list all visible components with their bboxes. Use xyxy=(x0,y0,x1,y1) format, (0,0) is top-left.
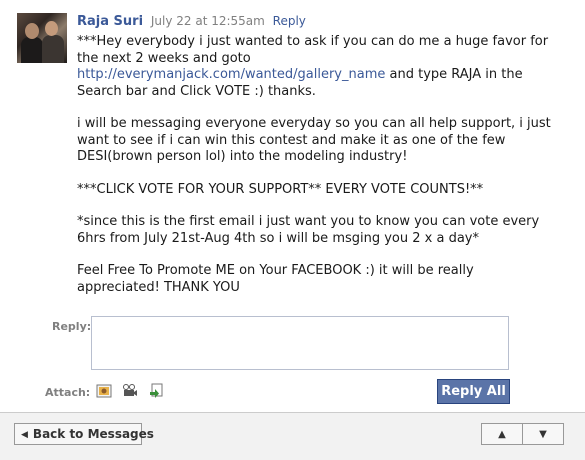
reply-label: Reply: xyxy=(52,320,92,333)
link-icon[interactable] xyxy=(148,383,164,399)
message-paragraph: *since this is the first email i just wa… xyxy=(77,214,540,246)
back-arrow-icon: ◀ xyxy=(21,430,28,440)
up-arrow-icon: ▲ xyxy=(498,428,506,440)
message-date: July 22 at 12:55am xyxy=(150,14,265,28)
reply-textarea[interactable] xyxy=(91,316,509,370)
message-paragraph: ***Hey everybody i just wanted to ask if… xyxy=(77,34,557,100)
footer-bar: ◀ Back to Messages ▲ ▼ xyxy=(0,412,585,460)
gallery-link[interactable]: http://everymanjack.com/wanted/gallery_n… xyxy=(77,67,385,82)
author-name[interactable]: Raja Suri xyxy=(77,14,143,29)
message-nav: ▲ ▼ xyxy=(481,423,564,445)
reply-all-button[interactable]: Reply All xyxy=(437,379,510,404)
attach-label: Attach: xyxy=(45,386,91,399)
attach-icons xyxy=(96,383,164,399)
back-to-messages-button[interactable]: ◀ Back to Messages xyxy=(14,423,154,445)
back-label: Back to Messages xyxy=(32,427,154,441)
previous-message-button[interactable]: ▲ xyxy=(481,423,523,445)
paragraph-text: ***Hey everybody i just wanted to ask if… xyxy=(77,34,549,66)
message-body: ***Hey everybody i just wanted to ask if… xyxy=(77,34,557,312)
message-paragraph: ***CLICK VOTE FOR YOUR SUPPORT** EVERY V… xyxy=(77,181,484,197)
message-paragraph: Feel Free To Promote ME on Your FACEBOOK… xyxy=(77,263,474,295)
reply-link[interactable]: Reply xyxy=(273,14,306,28)
message-header: Raja Suri July 22 at 12:55am Reply xyxy=(77,13,306,30)
next-message-button[interactable]: ▼ xyxy=(523,423,564,445)
message-paragraph: i will be messaging everyone everyday so… xyxy=(77,116,551,164)
down-arrow-icon: ▼ xyxy=(539,428,547,440)
author-avatar[interactable] xyxy=(17,13,67,63)
video-icon[interactable] xyxy=(122,383,138,399)
photo-icon[interactable] xyxy=(96,383,112,399)
